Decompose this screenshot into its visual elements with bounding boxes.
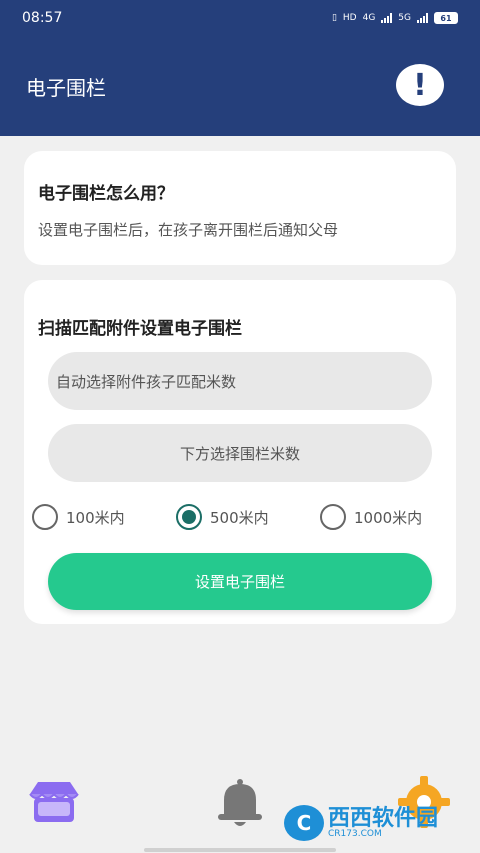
watermark-sub: CR173.COM — [328, 828, 382, 839]
exclamation-icon: ! — [413, 67, 427, 103]
distance-radio-group: 100米内 500米内 1000米内 — [32, 504, 452, 534]
watermark-text: 西西软件园 CR173.COM — [328, 805, 439, 839]
app-header: 08:57 ▯ HD 4G 5G 61 电子围栏 ! — [0, 0, 480, 136]
nav-notifications[interactable] — [210, 772, 270, 832]
usage-card: 电子围栏怎么用？ 设置电子围栏后，在孩子离开围栏后通知父母 — [24, 151, 456, 265]
radio-label: 1000米内 — [354, 508, 423, 527]
usage-card-title: 电子围栏怎么用？ — [38, 184, 174, 204]
network-label-5g: 5G — [398, 13, 411, 23]
status-bar: 08:57 ▯ HD 4G 5G 61 — [0, 0, 480, 36]
radio-checked-icon[interactable] — [176, 504, 202, 530]
radio-circle-icon[interactable] — [320, 504, 346, 530]
auto-select-field[interactable]: 自动选择附件孩子匹配米数 — [48, 352, 432, 410]
home-indicator — [144, 848, 336, 852]
info-button[interactable]: ! — [396, 64, 444, 106]
hd-badge: HD — [342, 13, 357, 23]
network-label-4g: 4G — [362, 13, 376, 23]
watermark: C 西西软件园 CR173.COM — [284, 803, 460, 843]
radio-circle-icon[interactable] — [32, 504, 58, 530]
radio-1000m[interactable]: 1000米内 — [320, 504, 422, 530]
radio-label: 100米内 — [66, 508, 125, 527]
watermark-main: 西西软件园 — [328, 805, 439, 831]
fence-settings-card: 扫描匹配附件设置电子围栏 自动选择附件孩子匹配米数 下方选择围栏米数 100米内… — [24, 280, 456, 624]
signal-icon — [381, 13, 393, 23]
battery-icon: 61 — [434, 12, 458, 24]
radio-label: 500米内 — [210, 508, 269, 527]
usage-card-description: 设置电子围栏后，在孩子离开围栏后通知父母 — [38, 221, 339, 239]
status-icons: ▯ HD 4G 5G 61 — [332, 12, 458, 24]
bell-icon — [218, 779, 262, 826]
vibrate-icon: ▯ — [331, 13, 337, 23]
watermark-logo-icon: C — [284, 805, 324, 841]
nav-shop[interactable] — [24, 772, 84, 832]
radio-100m[interactable]: 100米内 — [32, 504, 125, 530]
fence-card-title: 扫描匹配附件设置电子围栏 — [38, 319, 242, 339]
radio-500m[interactable]: 500米内 — [176, 504, 269, 530]
page-title: 电子围栏 — [26, 76, 106, 100]
signal-icon — [417, 13, 428, 23]
set-fence-button[interactable]: 设置电子围栏 — [48, 553, 432, 610]
status-time: 08:57 — [22, 10, 63, 26]
shop-icon — [29, 782, 79, 822]
manual-select-placeholder: 下方选择围栏米数 — [179, 444, 300, 463]
manual-select-field[interactable]: 下方选择围栏米数 — [48, 424, 432, 482]
set-fence-button-label: 设置电子围栏 — [194, 573, 285, 591]
auto-select-placeholder: 自动选择附件孩子匹配米数 — [56, 372, 237, 391]
